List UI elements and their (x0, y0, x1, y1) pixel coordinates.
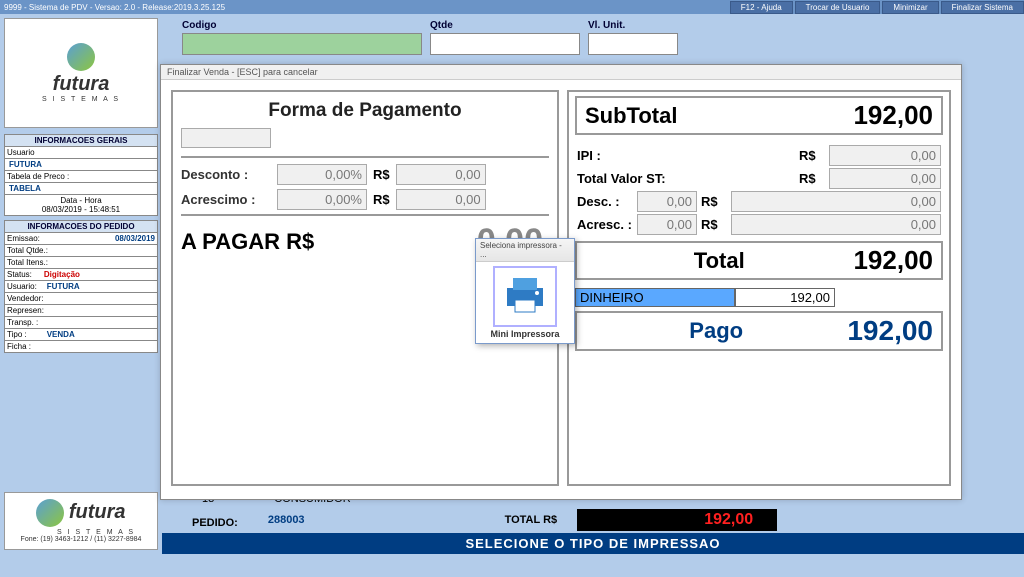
logo-text: futura (69, 501, 126, 523)
info-row: Total Qtde.: (4, 245, 158, 257)
st-val: 0,00 (829, 168, 941, 189)
logo-box: futura S I S T E M A S (4, 18, 158, 128)
acrescimo-val[interactable]: 0,00 (396, 189, 486, 210)
logo-sub: S I S T E M A S (42, 96, 120, 103)
info-pedido-header: INFORMACOES DO PEDIDO (4, 220, 158, 233)
info-row: FUTURA (4, 159, 158, 171)
total-val: 192,00 (853, 245, 933, 276)
vlunit-label: Vl. Unit. (588, 20, 678, 31)
printer-popup-title: Seleciona impressora - ... (476, 239, 574, 262)
vlunit-input[interactable] (588, 33, 678, 55)
info-row: Data - Hora 08/03/2019 - 15:48:51 (4, 195, 158, 216)
titlebar-buttons: F12 - Ajuda Trocar de Usuario Minimizar … (730, 1, 1024, 14)
impressao-bar: SELECIONE O TIPO DE IMPRESSAO (162, 533, 1024, 554)
info-row: Tabela de Preco : (4, 171, 158, 183)
qtde-label: Qtde (430, 20, 580, 31)
total-value: 192,00 (577, 509, 777, 531)
ipi-val: 0,00 (829, 145, 941, 166)
mini-printer-button[interactable] (493, 266, 557, 327)
phone-text: Fone: (19) 3463-1212 / (11) 3227-8984 (11, 536, 151, 543)
fp-title: Forma de Pagamento (181, 100, 549, 122)
bottom-strip: 13 CONSUMIDOR PEDIDO: 288003 TOTAL R$ 19… (162, 491, 1024, 554)
info-gerais-header: INFORMACOES GERAIS (4, 134, 158, 147)
sidebar: futura S I S T E M A S INFORMACOES GERAI… (0, 14, 162, 554)
acrescimo-pct[interactable]: 0,00% (277, 189, 367, 210)
modal-title: Finalizar Venda - [ESC] para cancelar (161, 65, 961, 80)
finalize-system-button[interactable]: Finalizar Sistema (941, 1, 1024, 14)
info-row: Usuario:FUTURA (4, 281, 158, 293)
info-row: Emissao:08/03/2019 (4, 233, 158, 245)
total-label: Total (585, 248, 853, 274)
futura-logo-icon (67, 43, 95, 71)
printer-icon (501, 274, 549, 314)
desc-mid: 0,00 (637, 191, 697, 212)
codigo-label: Codigo (182, 20, 422, 31)
titlebar: 9999 - Sistema de PDV - Versao: 2.0 - Re… (0, 0, 1024, 14)
printer-select-popup: Seleciona impressora - ... Mini Impresso… (475, 238, 575, 344)
info-row: Ficha : (4, 341, 158, 353)
pedido-label: PEDIDO: (192, 517, 238, 529)
acrescimo-label: Acrescimo : (181, 192, 271, 207)
info-row: Total Itens.: (4, 257, 158, 269)
apagar-label: A PAGAR R$ (181, 229, 314, 255)
pedido-number: 288003 (268, 514, 305, 526)
futura-logo-icon (36, 499, 64, 527)
switch-user-button[interactable]: Trocar de Usuario (795, 1, 881, 14)
logo-text: futura (42, 73, 120, 96)
info-row: Tipo :VENDA (4, 329, 158, 341)
info-row: Transp. : (4, 317, 158, 329)
payment-amount[interactable]: 192,00 (735, 288, 835, 307)
acresc-mid: 0,00 (637, 214, 697, 235)
info-row: Represen: (4, 305, 158, 317)
pago-val: 192,00 (847, 315, 933, 347)
payment-method[interactable]: DINHEIRO (575, 288, 735, 307)
pago-label: Pago (585, 318, 847, 344)
fp-blank-input[interactable] (181, 128, 271, 148)
info-row: Status:Digitação (4, 269, 158, 281)
codigo-input[interactable] (182, 33, 422, 55)
help-button[interactable]: F12 - Ajuda (730, 1, 793, 14)
subtotal-val: 192,00 (853, 100, 933, 131)
acresc-val: 0,00 (731, 214, 941, 235)
total-label: TOTAL R$ (505, 514, 558, 526)
qtde-input[interactable] (430, 33, 580, 55)
desconto-val[interactable]: 0,00 (396, 164, 486, 185)
subtotal-label: SubTotal (585, 103, 853, 129)
info-row: Usuario (4, 147, 158, 159)
footer-logo: futura S I S T E M A S Fone: (19) 3463-1… (4, 492, 158, 550)
minimize-button[interactable]: Minimizar (882, 1, 938, 14)
top-inputs: Codigo Qtde Vl. Unit. (162, 14, 1024, 55)
info-row: Vendedor: (4, 293, 158, 305)
printer-label: Mini Impressora (480, 329, 570, 339)
totals-panel: SubTotal 192,00 IPI : R$ 0,00 Total Valo… (567, 90, 951, 486)
desconto-pct[interactable]: 0,00% (277, 164, 367, 185)
desconto-label: Desconto : (181, 167, 271, 182)
desc-val: 0,00 (731, 191, 941, 212)
app-title: 9999 - Sistema de PDV - Versao: 2.0 - Re… (0, 3, 225, 12)
info-row: TABELA (4, 183, 158, 195)
